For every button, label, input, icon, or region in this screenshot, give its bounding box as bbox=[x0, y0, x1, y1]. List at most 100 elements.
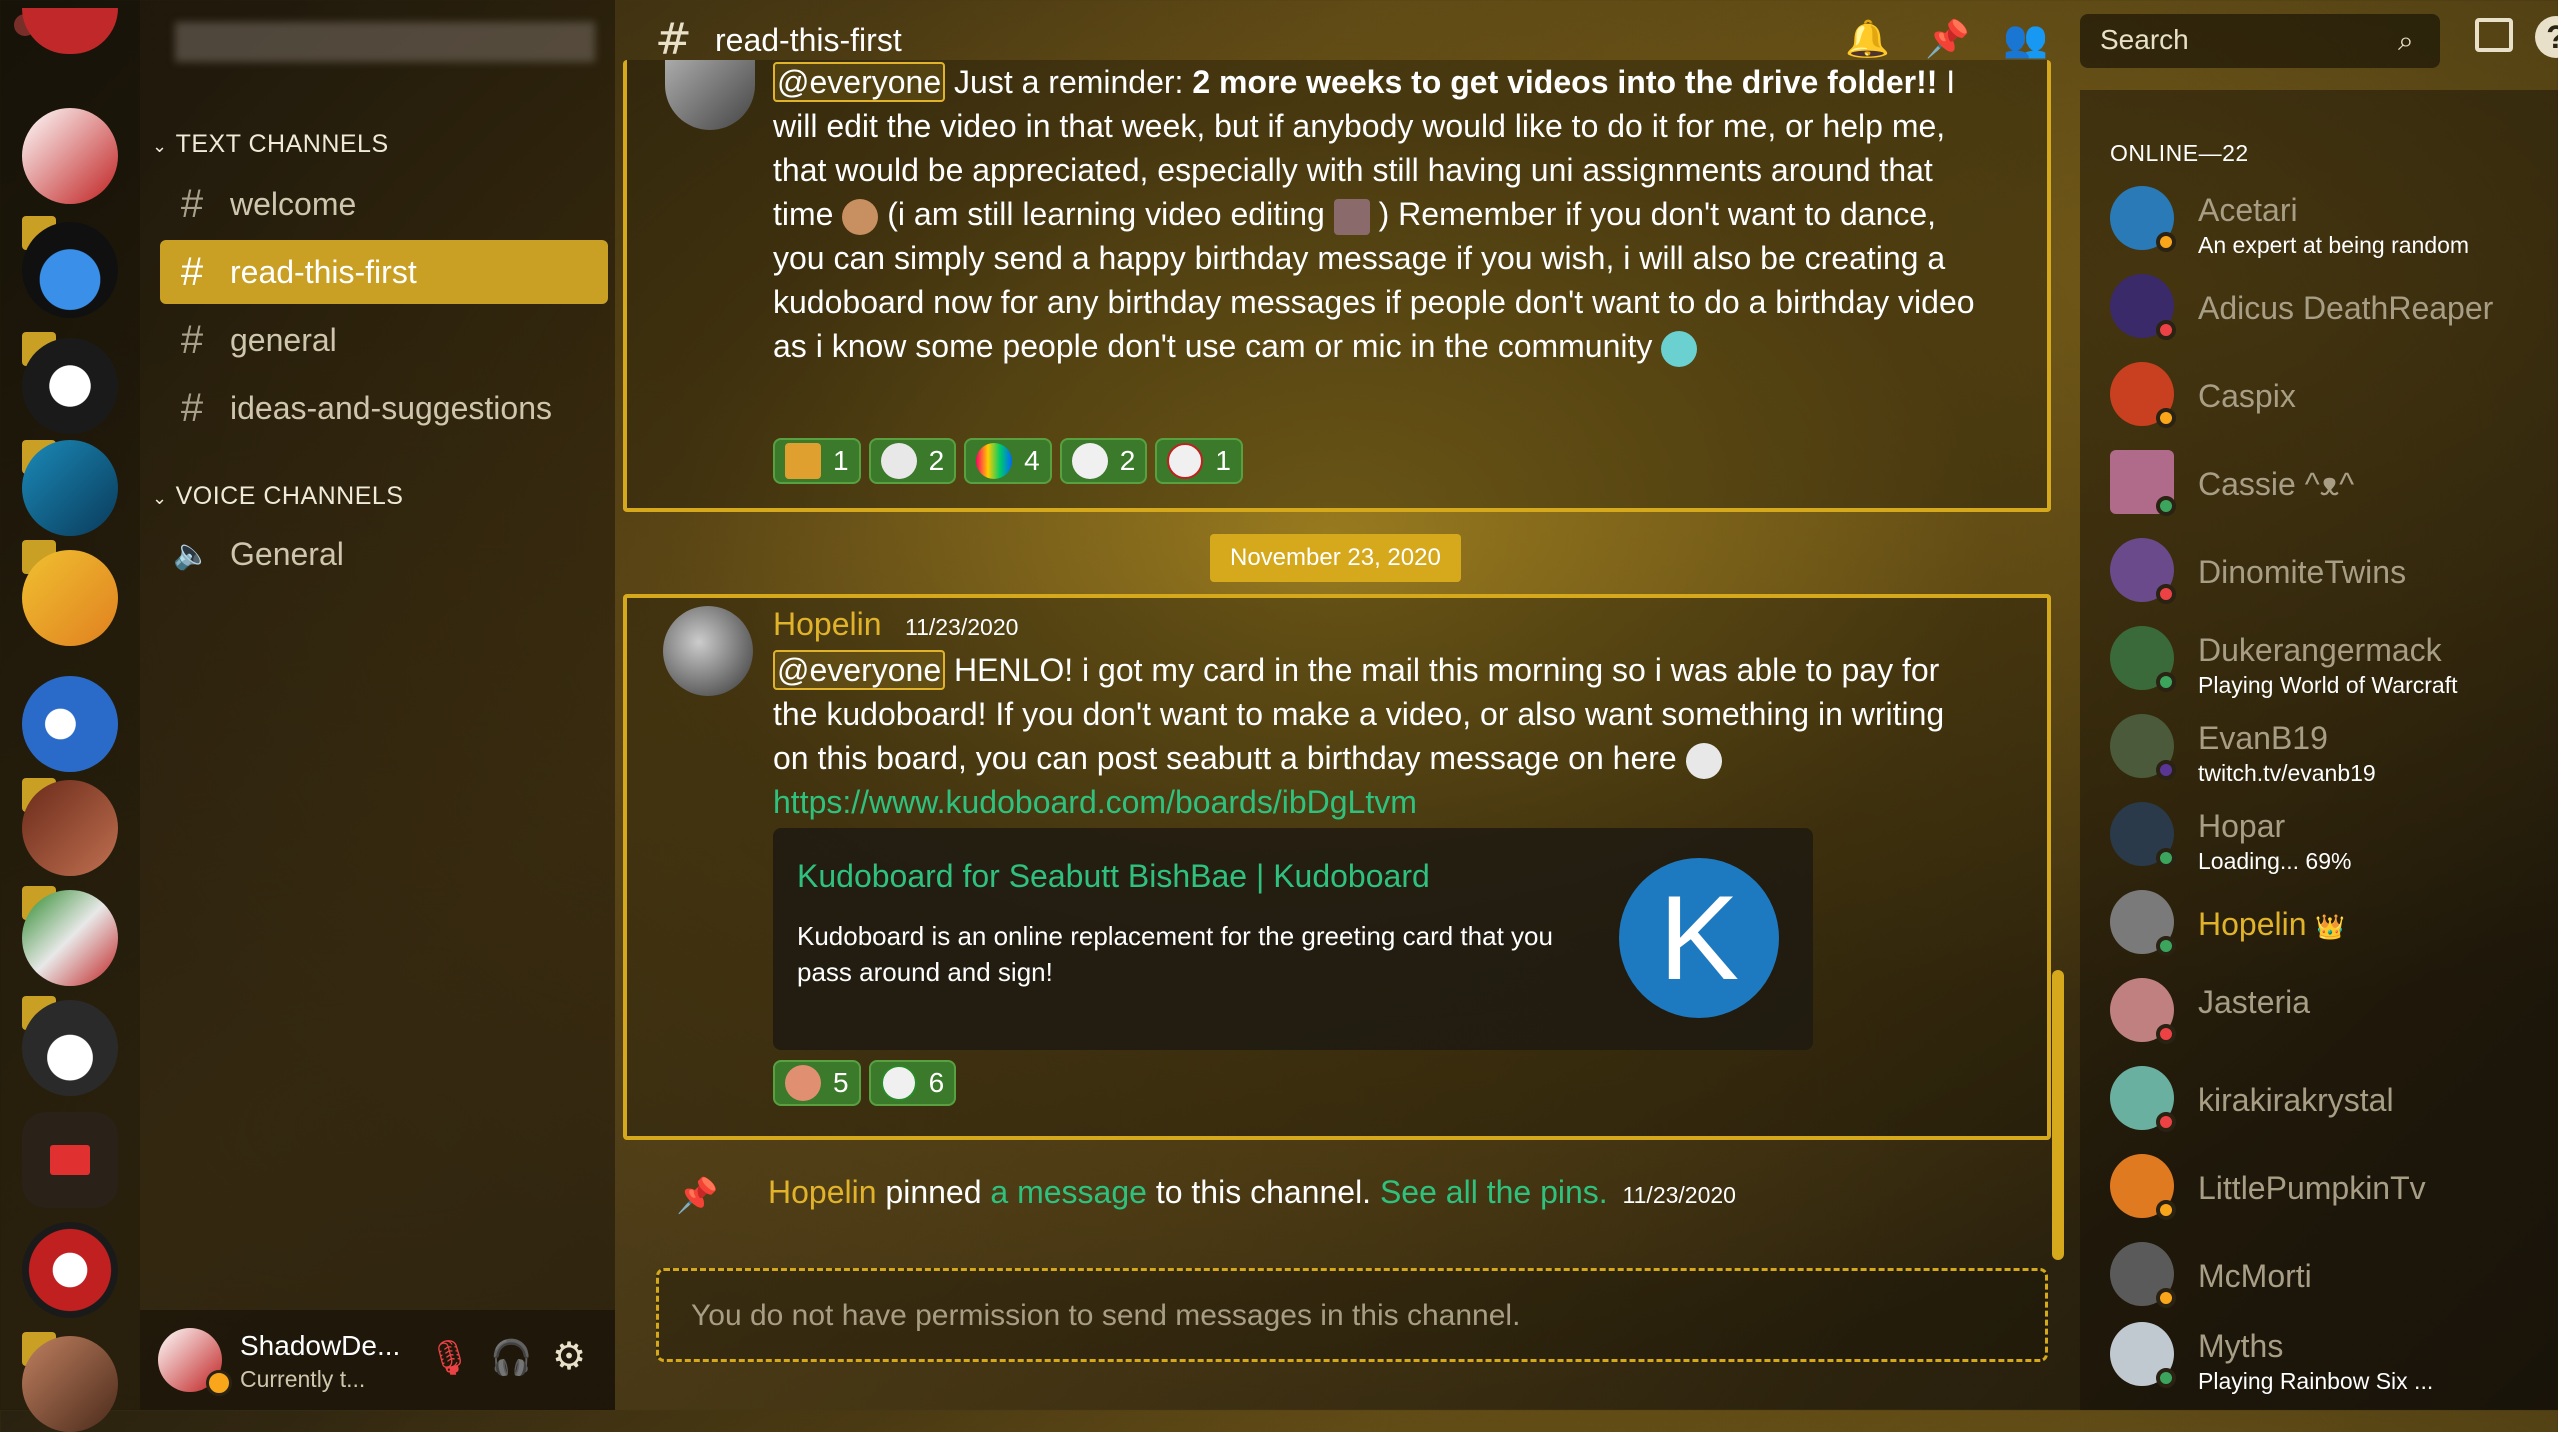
voice-channel-general[interactable]: 🔈 General bbox=[160, 522, 608, 586]
reaction[interactable]: 6 bbox=[868, 1060, 957, 1106]
emoji-icon bbox=[1333, 198, 1370, 235]
text-channels-category[interactable]: ⌄ TEXT CHANNELS bbox=[152, 130, 389, 159]
reaction[interactable]: 5 bbox=[773, 1060, 861, 1106]
server-icon[interactable] bbox=[22, 550, 118, 646]
inbox-icon[interactable] bbox=[2475, 18, 2513, 52]
reaction[interactable]: 2 bbox=[868, 438, 957, 484]
mention-everyone[interactable]: @everyone bbox=[773, 62, 946, 102]
hashtag-icon: # bbox=[180, 181, 204, 226]
server-folder[interactable] bbox=[22, 1112, 118, 1208]
status-dnd-icon bbox=[2156, 1112, 2176, 1132]
server-icon[interactable] bbox=[22, 1000, 118, 1096]
member-item[interactable]: kirakirakrystal bbox=[2110, 1056, 2550, 1142]
status-dnd-icon bbox=[2156, 584, 2176, 604]
emoji-icon bbox=[842, 198, 879, 235]
reaction[interactable]: 2 bbox=[1059, 438, 1148, 484]
pin-icon: 📌 bbox=[676, 1176, 719, 1216]
voice-channels-category[interactable]: ⌄ VOICE CHANNELS bbox=[152, 482, 403, 511]
member-item[interactable]: Dukerangermack Playing World of Warcraft bbox=[2110, 616, 2550, 702]
embed-description: Kudoboard is an online replacement for t… bbox=[797, 921, 1553, 987]
kudoboard-link[interactable]: https://www.kudoboard.com/boards/ibDgLtv… bbox=[773, 784, 1417, 820]
composer-placeholder: You do not have permission to send messa… bbox=[691, 1299, 1521, 1332]
member-item[interactable]: DinomiteTwins bbox=[2110, 528, 2550, 614]
scrollbar-thumb[interactable] bbox=[2052, 970, 2064, 1260]
server-icon[interactable] bbox=[22, 1222, 118, 1318]
pin-notice: Hopelin pinned a message to this channel… bbox=[768, 1174, 1736, 1210]
headphones-icon[interactable]: 🎧 bbox=[490, 1338, 532, 1378]
channel-ideas-and-suggestions[interactable]: # ideas-and-suggestions bbox=[160, 376, 608, 440]
status-online-icon bbox=[2156, 496, 2176, 516]
mute-microphone-icon[interactable]: 🎙 bbox=[428, 1338, 471, 1378]
message: Hopelin 11/23/2020 @everyone HENLO! i go… bbox=[623, 594, 2051, 1140]
reaction[interactable]: 1 bbox=[773, 438, 861, 484]
cat-emoji-icon bbox=[880, 443, 917, 479]
pin-icon[interactable]: 📌 bbox=[1925, 18, 1970, 60]
server-rail bbox=[0, 0, 140, 1432]
member-item[interactable]: McMorti bbox=[2110, 1232, 2550, 1318]
status-idle-icon bbox=[2156, 408, 2176, 428]
server-icon[interactable] bbox=[22, 108, 118, 204]
status-online-icon bbox=[2156, 936, 2176, 956]
member-item[interactable]: Cassie ^ᴥ^ bbox=[2110, 440, 2550, 526]
server-icon[interactable] bbox=[22, 780, 118, 876]
member-item[interactable]: Adicus DeathReaper bbox=[2110, 264, 2550, 350]
embed-title[interactable]: Kudoboard for Seabutt BishBae | Kudoboar… bbox=[797, 858, 1430, 895]
member-item[interactable]: LittlePumpkinTv bbox=[2110, 1144, 2550, 1230]
hype-emoji-icon bbox=[785, 443, 821, 479]
chevron-down-icon: ⌄ bbox=[152, 136, 168, 156]
status-dnd-icon bbox=[2156, 1024, 2176, 1044]
avatar[interactable] bbox=[663, 606, 753, 696]
member-item[interactable]: Myths Playing Rainbow Six ... bbox=[2110, 1312, 2550, 1398]
channel-welcome[interactable]: # welcome bbox=[160, 172, 608, 236]
chevron-down-icon: ⌄ bbox=[152, 488, 168, 508]
channel-read-this-first[interactable]: # read-this-first bbox=[160, 240, 608, 304]
kudoboard-logo: K bbox=[1619, 858, 1779, 1018]
avatar[interactable] bbox=[665, 60, 755, 130]
status-online-icon bbox=[2156, 672, 2176, 692]
reactions: 1 2 4 2 1 bbox=[773, 438, 1243, 484]
member-item[interactable]: Hopar Loading... 69% bbox=[2110, 792, 2550, 878]
server-icon[interactable] bbox=[22, 440, 118, 536]
emoji-icon bbox=[1661, 330, 1698, 367]
server-icon[interactable] bbox=[22, 676, 118, 772]
reactions: 5 6 bbox=[773, 1060, 957, 1106]
see-all-pins-link[interactable]: See all the pins. bbox=[1380, 1174, 1608, 1210]
bell-icon[interactable]: 🔔 bbox=[1845, 18, 1890, 60]
search-input[interactable]: Search ⌕ bbox=[2080, 14, 2440, 68]
folder-icon bbox=[50, 1145, 90, 1175]
timestamp: 11/23/2020 bbox=[905, 614, 1019, 640]
server-icon[interactable] bbox=[22, 338, 118, 434]
status-online-icon bbox=[2156, 1368, 2176, 1388]
author-name[interactable]: Hopelin bbox=[773, 606, 882, 643]
hashtag-icon: # bbox=[655, 14, 692, 65]
member-item[interactable]: EvanB19 twitch.tv/evanb19 bbox=[2110, 704, 2550, 790]
cat-emoji-icon bbox=[1071, 443, 1108, 479]
pinned-message-link[interactable]: a message bbox=[990, 1174, 1147, 1210]
mention-everyone[interactable]: @everyone bbox=[773, 650, 946, 690]
server-name-blurred[interactable] bbox=[175, 22, 595, 62]
member-item[interactable]: Acetari An expert at being random bbox=[2110, 176, 2550, 262]
member-item[interactable]: Caspix bbox=[2110, 352, 2550, 438]
channel-general[interactable]: # general bbox=[160, 308, 608, 372]
status-online-icon bbox=[2156, 848, 2176, 868]
gear-icon[interactable]: ⚙ bbox=[552, 1334, 586, 1378]
author-name[interactable]: Hopelin bbox=[768, 1174, 877, 1210]
message: @everyone Just a reminder: 2 more weeks … bbox=[623, 60, 2051, 512]
user-status: Currently t... bbox=[240, 1366, 366, 1392]
reaction[interactable]: 4 bbox=[964, 438, 1052, 484]
server-icon[interactable] bbox=[22, 8, 118, 54]
member-item[interactable]: Jasteria bbox=[2110, 968, 2550, 1054]
server-icon[interactable] bbox=[22, 890, 118, 986]
date-divider: November 23, 2020 bbox=[1210, 534, 1461, 582]
member-item[interactable]: Hopelin 👑 bbox=[2110, 880, 2550, 966]
members-icon[interactable]: 👥 bbox=[2003, 18, 2048, 60]
message-content: @everyone HENLO! i got my card in the ma… bbox=[773, 650, 1945, 820]
reaction[interactable]: 1 bbox=[1155, 438, 1243, 484]
crown-icon: 👑 bbox=[2315, 914, 2346, 941]
server-icon[interactable] bbox=[22, 222, 118, 318]
member-list: ONLINE—22 Acetari An expert at being ran… bbox=[2080, 90, 2558, 1410]
hashtag-icon: # bbox=[180, 249, 204, 294]
link-embed: Kudoboard for Seabutt BishBae | Kudoboar… bbox=[773, 828, 1813, 1050]
help-icon[interactable]: ? bbox=[2535, 16, 2558, 58]
server-icon[interactable] bbox=[22, 1336, 118, 1432]
